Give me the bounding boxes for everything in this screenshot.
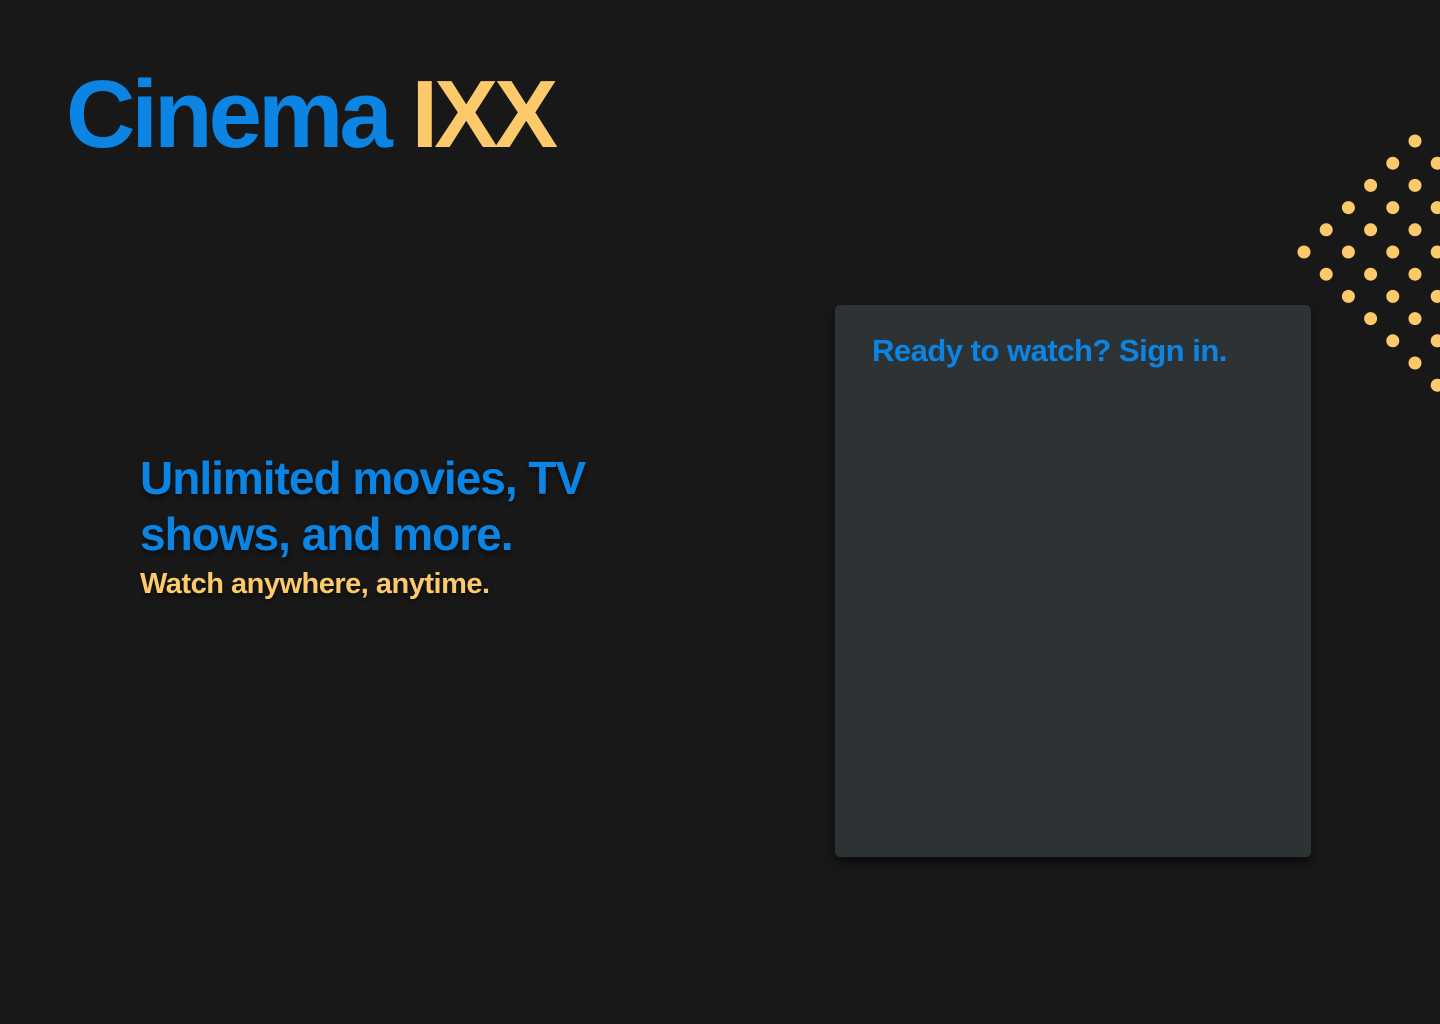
- pattern-dot: [1408, 134, 1422, 148]
- pattern-dot: [1430, 156, 1440, 170]
- pattern-dot: [1430, 378, 1440, 392]
- pattern-dot: [1408, 356, 1422, 370]
- dot-grid-pattern-icon: [1297, 134, 1440, 392]
- pattern-dot: [1430, 334, 1440, 348]
- pattern-dot: [1430, 201, 1440, 215]
- pattern-dot: [1386, 334, 1400, 348]
- pattern-dot: [1341, 201, 1355, 215]
- hero-title: Unlimited movies, TV shows, and more.: [140, 452, 586, 560]
- hero-section: Unlimited movies, TV shows, and more. Wa…: [140, 450, 660, 601]
- pattern-dot: [1341, 245, 1355, 259]
- pattern-dot: [1408, 178, 1422, 192]
- pattern-dot: [1386, 289, 1400, 303]
- pattern-dot: [1430, 289, 1440, 303]
- hero-subtitle: Watch anywhere, anytime.: [140, 568, 490, 600]
- signin-card: Ready to watch? Sign in.: [835, 305, 1311, 857]
- brand-name-part2: IXX: [411, 61, 558, 168]
- pattern-dot: [1430, 245, 1440, 259]
- pattern-dot: [1386, 156, 1400, 170]
- signin-title: Ready to watch? Sign in.: [872, 333, 1227, 368]
- pattern-dot: [1364, 178, 1378, 192]
- brand-name-part1: Cinema: [66, 61, 393, 168]
- pattern-dot: [1408, 267, 1422, 281]
- pattern-dot: [1386, 245, 1400, 259]
- pattern-dot: [1364, 267, 1378, 281]
- pattern-dot: [1386, 201, 1400, 215]
- pattern-dot: [1319, 223, 1333, 237]
- pattern-dot: [1364, 312, 1378, 326]
- pattern-dot: [1319, 267, 1333, 281]
- brand-logo[interactable]: Cinema IXX: [66, 61, 558, 168]
- pattern-dot: [1341, 289, 1355, 303]
- pattern-dot: [1297, 245, 1311, 259]
- pattern-dot: [1408, 312, 1422, 326]
- pattern-dot: [1364, 223, 1378, 237]
- pattern-dot: [1408, 223, 1422, 237]
